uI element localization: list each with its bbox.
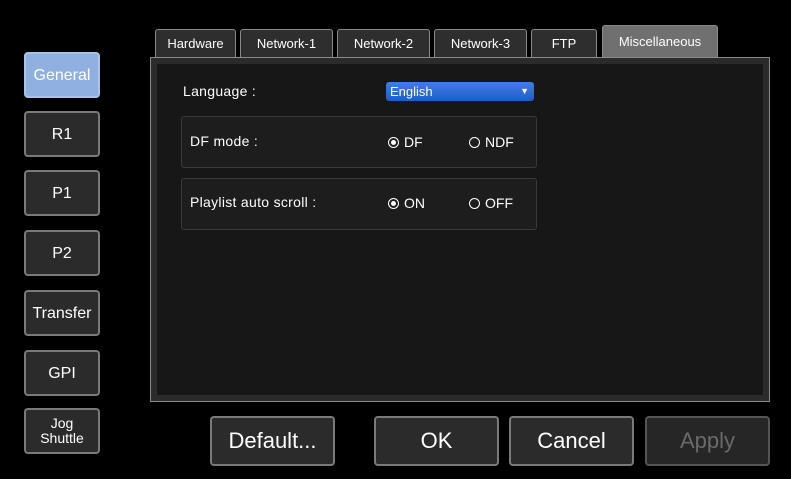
radio-unchecked-icon	[469, 197, 480, 209]
default-button-label: Default...	[228, 428, 317, 453]
tab-network-3[interactable]: Network-3	[434, 29, 527, 57]
ok-button[interactable]: OK	[374, 416, 499, 466]
apply-button[interactable]: Apply	[645, 416, 770, 466]
nav-jog-shuttle-button[interactable]: Jog Shuttle	[24, 408, 100, 454]
tab-hardware[interactable]: Hardware	[155, 29, 236, 57]
nav-transfer-button[interactable]: Transfer	[24, 290, 100, 336]
tab-ftp[interactable]: FTP	[531, 29, 597, 57]
tab-network-1[interactable]: Network-1	[240, 29, 333, 57]
tab-network-1-label: Network-1	[256, 36, 317, 51]
apply-button-label: Apply	[679, 428, 736, 453]
tab-network-3-label: Network-3	[450, 36, 511, 51]
df-radio[interactable]: DF	[388, 134, 423, 150]
tab-ftp-label: FTP	[551, 36, 577, 51]
tab-hardware-label: Hardware	[167, 36, 224, 51]
language-select-value: English	[390, 84, 433, 99]
nav-transfer-label: Transfer	[32, 304, 92, 322]
nav-general-button[interactable]: General	[24, 52, 100, 98]
df-mode-label: DF mode :	[190, 133, 259, 149]
language-select[interactable]: English ▼	[386, 82, 534, 101]
cancel-button-label: Cancel	[537, 428, 606, 453]
on-radio[interactable]: ON	[388, 195, 425, 211]
default-button[interactable]: Default...	[210, 416, 335, 466]
off-radio[interactable]: OFF	[469, 195, 513, 211]
tab-network-2[interactable]: Network-2	[337, 29, 430, 57]
nav-p2-label: P2	[52, 244, 72, 262]
ok-button-label: OK	[420, 428, 453, 453]
nav-gpi-button[interactable]: GPI	[24, 350, 100, 396]
nav-p1-button[interactable]: P1	[24, 170, 100, 216]
df-radio-label: DF	[404, 134, 423, 150]
nav-p2-button[interactable]: P2	[24, 230, 100, 276]
nav-p1-label: P1	[52, 184, 72, 202]
cancel-button[interactable]: Cancel	[509, 416, 634, 466]
tab-miscellaneous[interactable]: Miscellaneous	[602, 25, 718, 57]
nav-gpi-label: GPI	[48, 364, 76, 382]
off-radio-label: OFF	[485, 195, 513, 211]
ndf-radio[interactable]: NDF	[469, 134, 514, 150]
chevron-down-icon: ▼	[520, 86, 529, 96]
nav-r1-button[interactable]: R1	[24, 111, 100, 157]
playlist-auto-scroll-label: Playlist auto scroll :	[190, 194, 317, 210]
on-radio-label: ON	[404, 195, 425, 211]
tab-miscellaneous-label: Miscellaneous	[618, 34, 702, 49]
nav-r1-label: R1	[51, 125, 73, 143]
radio-checked-icon	[388, 136, 399, 148]
tab-network-2-label: Network-2	[353, 36, 414, 51]
language-label: Language :	[183, 83, 257, 99]
nav-general-label: General	[33, 66, 91, 84]
ndf-radio-label: NDF	[485, 134, 514, 150]
radio-unchecked-icon	[469, 136, 480, 148]
nav-jog-label: Jog	[50, 415, 74, 431]
nav-shuttle-label: Shuttle	[40, 430, 84, 446]
radio-checked-icon	[388, 197, 399, 209]
